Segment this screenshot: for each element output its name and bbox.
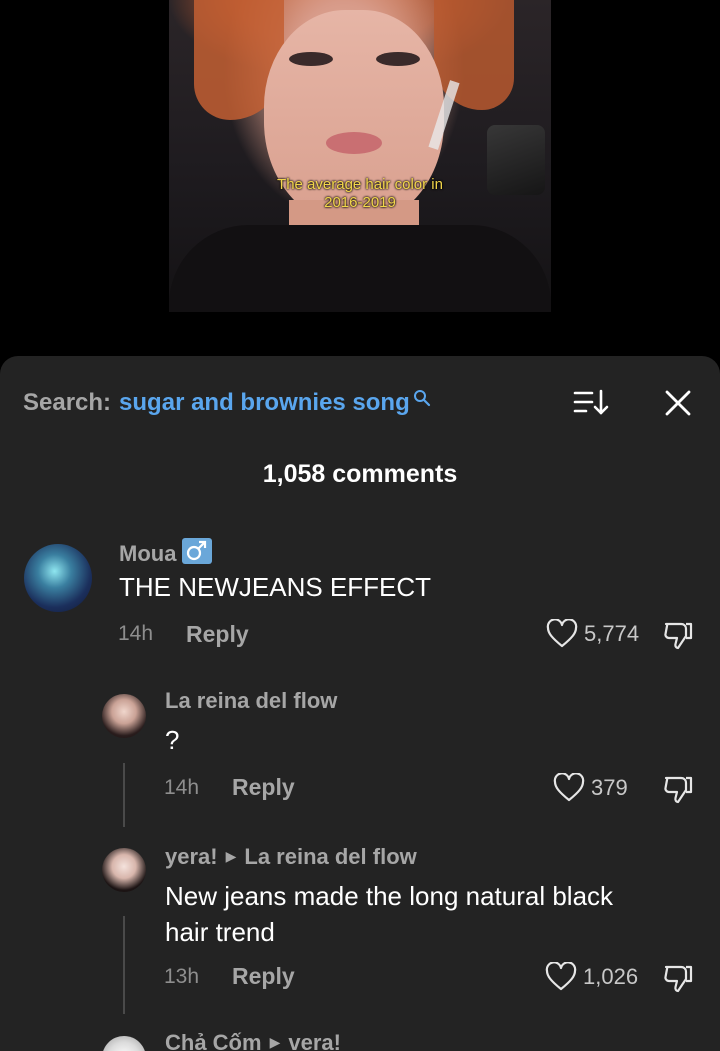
search-icon[interactable] [413, 386, 431, 414]
search-row[interactable]: Search: sugar and brownies song [23, 386, 431, 420]
comment-username[interactable]: Chả Cốm ▶ vera! [165, 1030, 341, 1051]
video-decor [169, 225, 551, 312]
close-button[interactable] [662, 387, 694, 419]
comment-text-line: New jeans made the long natural black [165, 881, 614, 911]
dislike-button[interactable] [662, 619, 694, 656]
reply-button[interactable]: Reply [232, 963, 295, 990]
like-count: 1,026 [583, 964, 639, 989]
comment-text-line: hair trend [165, 917, 275, 947]
avatar[interactable] [102, 694, 146, 738]
search-label: Search: [23, 389, 112, 416]
comments-panel: Search: sugar and brownies song 1,058 co… [0, 356, 720, 1051]
reply-arrow-icon: ▶ [269, 1034, 281, 1050]
dislike-button[interactable] [662, 773, 694, 810]
video-decor [289, 52, 333, 66]
comment-username-text: Moua [119, 541, 177, 566]
like-button[interactable]: 1,026 [545, 962, 638, 992]
video-frame[interactable]: The average hair color in 2016-2019 [169, 0, 551, 312]
comment-username-text: Chả Cốm [165, 1030, 262, 1051]
video-area[interactable]: The average hair color in 2016-2019 [0, 0, 720, 356]
video-decor [376, 52, 420, 66]
heart-icon [553, 773, 585, 802]
avatar[interactable] [102, 1036, 146, 1051]
thread-line [123, 763, 125, 827]
comment-item: Moua THE NEWJEANS EFFECT 14h Reply 5,774 [0, 536, 720, 666]
comment-text: New jeans made the long natural black ha… [165, 878, 613, 950]
male-sign-icon [182, 538, 213, 564]
comment-time: 14h [118, 622, 154, 645]
dislike-button[interactable] [662, 962, 694, 999]
dislike-icon [664, 622, 693, 650]
like-button[interactable]: 5,774 [546, 619, 639, 649]
comment-item: Chả Cốm ▶ vera! [0, 1026, 720, 1051]
sort-button[interactable] [572, 388, 612, 418]
sort-icon [573, 389, 609, 415]
comment-text: ? [165, 725, 180, 755]
reply-button[interactable]: Reply [232, 774, 295, 801]
comment-time: 13h [164, 965, 200, 988]
reply-button[interactable]: Reply [186, 621, 249, 648]
heart-icon [545, 962, 577, 991]
comment-text: THE NEWJEANS EFFECT [119, 572, 432, 602]
comments-count: 1,058 comments [262, 460, 458, 488]
comment-item: yera! ▶ La reina del flow New jeans made t… [0, 838, 720, 1008]
comment-username[interactable]: La reina del flow [165, 688, 337, 714]
close-icon [665, 390, 691, 416]
comment-username[interactable]: yera! ▶ La reina del flow [165, 844, 417, 870]
avatar[interactable] [102, 848, 146, 892]
like-button[interactable]: 379 [553, 773, 628, 803]
dislike-icon [664, 965, 693, 993]
comment-username[interactable]: Moua [119, 538, 213, 567]
reply-arrow-icon: ▶ [225, 848, 237, 864]
like-count: 379 [591, 775, 628, 800]
video-caption-line1: The average hair color in [277, 176, 443, 193]
avatar[interactable] [24, 544, 92, 612]
reply-to-username[interactable]: vera! [288, 1030, 341, 1051]
video-decor [326, 132, 382, 154]
heart-icon [546, 619, 578, 648]
video-caption-line2: 2016-2019 [324, 194, 396, 211]
comment-username-text: yera! [165, 844, 218, 869]
thread-line [123, 916, 125, 1014]
reply-to-username[interactable]: La reina del flow [244, 844, 416, 869]
video-caption: The average hair color in 2016-2019 [169, 176, 551, 212]
comment-item: La reina del flow ? 14h Reply 379 [0, 684, 720, 834]
like-count: 5,774 [584, 621, 640, 646]
dislike-icon [664, 776, 693, 804]
search-query-link[interactable]: sugar and brownies song [119, 389, 410, 417]
comment-time: 14h [164, 776, 200, 799]
